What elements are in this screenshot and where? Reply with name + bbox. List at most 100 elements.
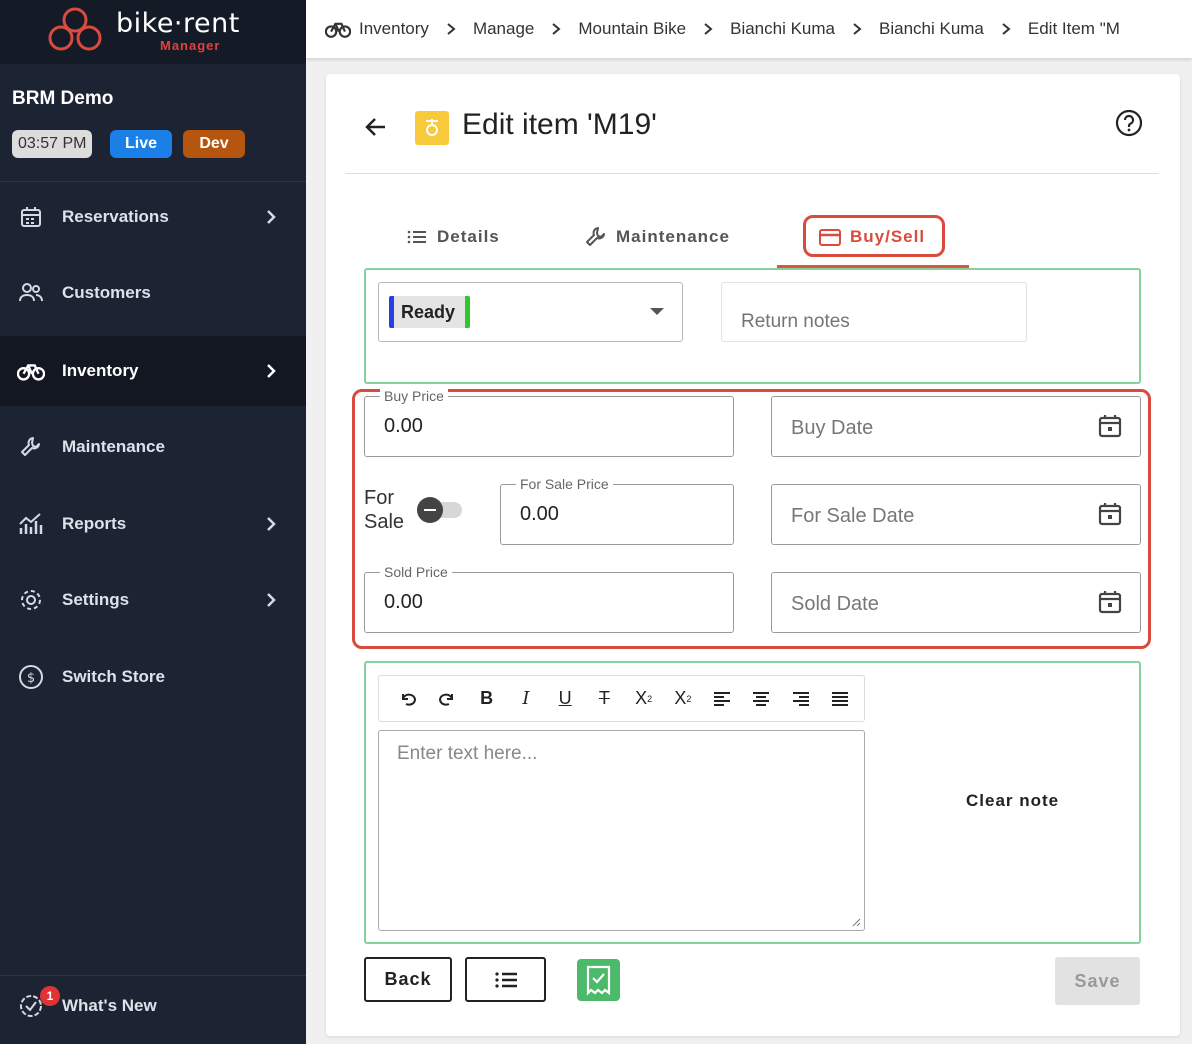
calendar-icon[interactable]: [1097, 589, 1123, 615]
users-icon: [17, 279, 45, 307]
wrench-icon: [17, 433, 45, 461]
tab-label: Details: [437, 227, 500, 246]
sidebar-item-label: Reservations: [62, 207, 169, 226]
sold-price-label: Sold Price: [380, 564, 452, 580]
tab-maintenance[interactable]: Maintenance: [584, 222, 730, 252]
breadcrumb-bianchi-kuma[interactable]: Bianchi Kuma: [730, 19, 835, 39]
buy-price-label: Buy Price: [380, 388, 448, 404]
receipt-check-icon: [586, 965, 611, 996]
logo-text: bike·rent: [116, 8, 240, 39]
gear-icon: [17, 586, 45, 614]
store-name: BRM Demo: [12, 88, 114, 109]
dev-badge[interactable]: Dev: [183, 130, 245, 158]
buy-price-value: 0.00: [384, 415, 423, 437]
chart-icon: [17, 510, 45, 538]
svg-text:$: $: [27, 671, 35, 686]
sidebar-item-reports[interactable]: Reports: [0, 489, 306, 559]
undo-icon[interactable]: [393, 685, 423, 713]
tab-highlight-box: [803, 215, 945, 257]
sidebar-item-customers[interactable]: Customers: [0, 258, 306, 328]
bike-icon: [17, 357, 45, 385]
sidebar-item-maintenance[interactable]: Maintenance: [0, 412, 306, 482]
editor-placeholder: Enter text here...: [397, 743, 538, 764]
chevron-right-icon: [267, 210, 276, 224]
for-sale-date-placeholder: For Sale Date: [791, 505, 915, 527]
return-notes-input[interactable]: [721, 282, 1027, 342]
notification-badge: 1: [40, 986, 60, 1006]
sidebar-item-label: Switch Store: [62, 667, 165, 686]
calendar-icon[interactable]: [1097, 501, 1123, 527]
for-sale-price-value: 0.00: [520, 503, 559, 525]
help-icon[interactable]: [1114, 108, 1144, 138]
toggle-knob[interactable]: [417, 497, 443, 523]
for-sale-label-text: For Sale: [364, 487, 405, 533]
save-button[interactable]: Save: [1055, 957, 1140, 1005]
back-arrow-icon[interactable]: [363, 114, 389, 140]
receipt-button[interactable]: [577, 959, 620, 1001]
sidebar: bike·rent Manager BRM Demo 03:57 PM Live…: [0, 0, 306, 1044]
italic-icon[interactable]: I: [511, 685, 541, 713]
align-center-icon[interactable]: [746, 685, 776, 713]
tab-label: Maintenance: [616, 227, 730, 246]
justify-icon[interactable]: [825, 685, 855, 713]
clear-note-button[interactable]: Clear note: [966, 791, 1059, 811]
sold-date-placeholder: Sold Date: [791, 593, 879, 615]
sidebar-item-inventory[interactable]: Inventory: [0, 336, 306, 406]
superscript-icon[interactable]: X2: [668, 685, 698, 713]
logo-icon[interactable]: [46, 6, 104, 52]
chevron-right-icon: [267, 364, 276, 378]
subscript-icon[interactable]: X2: [629, 685, 659, 713]
chevron-right-icon: [550, 22, 562, 36]
chevron-right-icon: [851, 22, 863, 36]
strikethrough-icon[interactable]: T: [589, 685, 619, 713]
sidebar-item-switch-store[interactable]: $ Switch Store: [0, 642, 306, 712]
align-right-icon[interactable]: [786, 685, 816, 713]
buy-date-placeholder: Buy Date: [791, 417, 874, 439]
whats-new-label: What's New: [62, 996, 157, 1015]
chevron-right-icon: [702, 22, 714, 36]
for-sale-label: For Sale: [364, 486, 404, 534]
logo-subtitle: Manager: [160, 38, 221, 53]
sidebar-item-settings[interactable]: Settings: [0, 565, 306, 635]
for-sale-price-label: For Sale Price: [516, 476, 613, 492]
redo-icon[interactable]: [432, 685, 462, 713]
item-type-icon: [415, 111, 449, 145]
status-chip: Ready: [389, 296, 470, 328]
title-divider: [345, 173, 1159, 174]
list-icon: [407, 230, 426, 244]
live-badge[interactable]: Live: [110, 130, 172, 158]
underline-icon[interactable]: U: [550, 685, 580, 713]
chevron-right-icon: [267, 517, 276, 531]
list-view-button[interactable]: [465, 957, 546, 1002]
breadcrumb-bianchi-kuma-item[interactable]: Bianchi Kuma: [879, 19, 984, 39]
breadcrumb: Inventory Manage Mountain Bike Bianchi K…: [306, 0, 1192, 58]
sidebar-item-label: Inventory: [62, 361, 139, 380]
breadcrumb-inventory[interactable]: Inventory: [359, 19, 429, 39]
bike-icon: [325, 22, 351, 38]
sidebar-item-label: Customers: [62, 283, 151, 302]
editor-toolbar: B I U T X2 X2: [378, 675, 865, 722]
chevron-right-icon: [1000, 22, 1012, 36]
align-left-icon[interactable]: [707, 685, 737, 713]
wrench-icon: [586, 227, 605, 246]
calendar-icon[interactable]: [1097, 413, 1123, 439]
caret-down-icon: [650, 308, 664, 315]
sidebar-item-label: Reports: [62, 514, 127, 533]
switch-icon: $: [17, 663, 45, 691]
sold-price-value: 0.00: [384, 591, 423, 613]
tab-details[interactable]: Details: [405, 222, 500, 252]
chevron-right-icon: [267, 593, 276, 607]
chevron-right-icon: [445, 22, 457, 36]
breadcrumb-edit-item: Edit Item "M: [1027, 19, 1120, 38]
breadcrumb-mountain-bike[interactable]: Mountain Bike: [578, 19, 686, 39]
sidebar-item-reservations[interactable]: Reservations: [0, 182, 306, 252]
sidebar-item-label: Settings: [62, 590, 130, 609]
sidebar-item-label: Maintenance: [62, 437, 165, 456]
bold-icon[interactable]: B: [472, 685, 502, 713]
list-icon: [494, 971, 517, 988]
breadcrumb-manage[interactable]: Manage: [473, 19, 534, 39]
resize-handle-icon[interactable]: [851, 917, 861, 927]
back-button[interactable]: Back: [364, 957, 452, 1002]
time-badge: 03:57 PM: [12, 130, 93, 158]
sidebar-item-whats-new[interactable]: What's New: [0, 975, 306, 1044]
